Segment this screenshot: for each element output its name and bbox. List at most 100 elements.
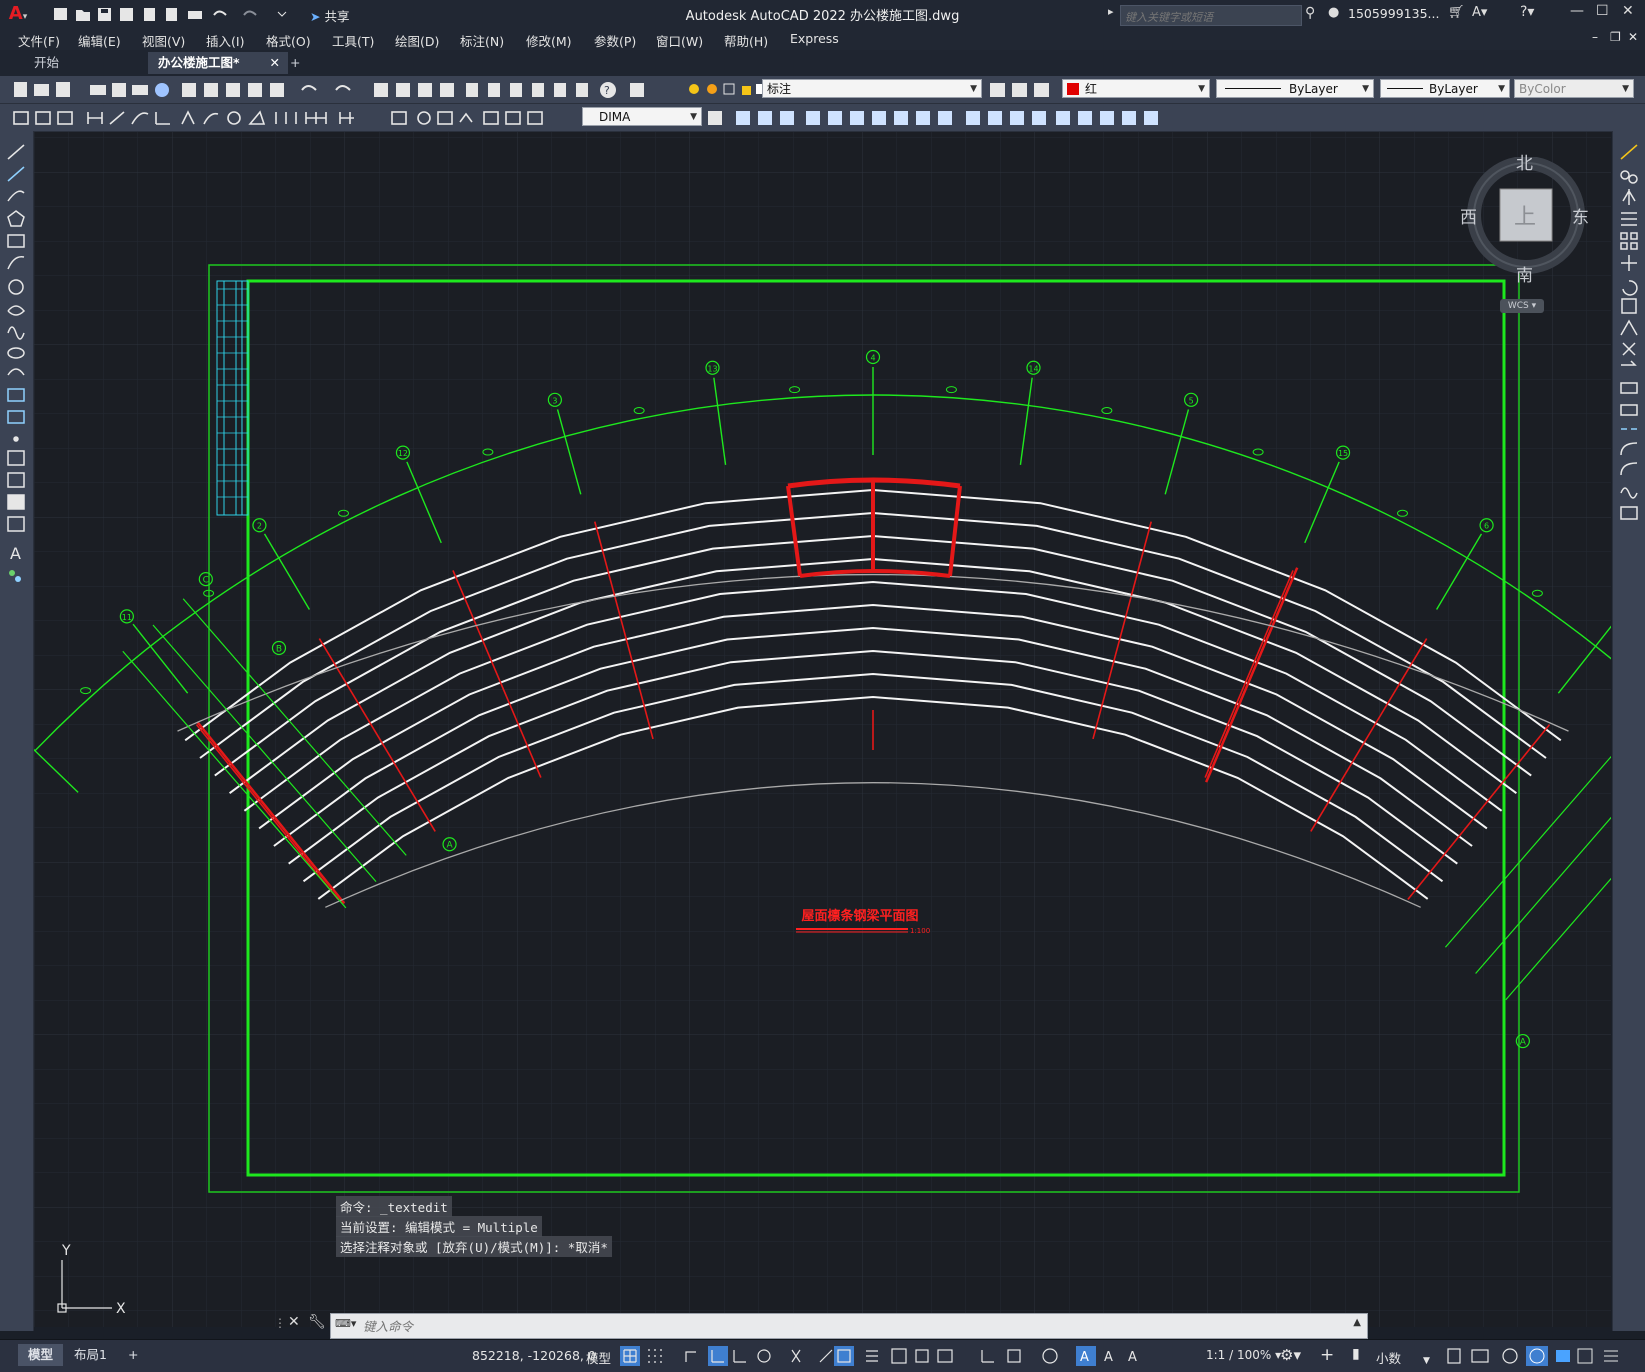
axis-bubble-label: 15 xyxy=(1338,449,1348,458)
dim-jogged-icon xyxy=(181,110,195,125)
tab-close-icon[interactable]: ✕ xyxy=(270,52,280,74)
object-snap-tracking-icon xyxy=(819,1349,833,1363)
command-history-toggle[interactable]: ▲ xyxy=(1353,1317,1361,1328)
dim-update-icon xyxy=(13,111,29,125)
standard-tools[interactable]: ? xyxy=(10,80,650,100)
search-input[interactable] xyxy=(1121,9,1299,26)
title-bar: A▾ ➤ 共享 Autodesk AutoCAD 2022 办公楼施工图.dwg… xyxy=(0,0,1645,28)
viewcube-west[interactable]: 西 xyxy=(1460,203,1477,228)
linetype-dropdown[interactable]: ByLayer ▼ xyxy=(1216,79,1374,98)
add-layout-button[interactable]: + xyxy=(118,1344,148,1366)
status-toggles[interactable]: A A A xyxy=(620,1346,1210,1368)
app-menu-button[interactable]: A▾ xyxy=(4,4,32,24)
export-icon xyxy=(144,8,155,21)
chevron-down-icon: ▼ xyxy=(1622,84,1629,94)
tab-start[interactable]: 开始 xyxy=(24,52,164,74)
align-icon xyxy=(806,111,820,125)
ungroup-icon xyxy=(916,111,930,125)
menu-tools[interactable]: 工具(T) xyxy=(332,31,374,50)
menu-help[interactable]: 帮助(H) xyxy=(724,31,768,50)
layer-on-icon xyxy=(689,84,699,94)
mtext-icon: A xyxy=(10,544,21,563)
menu-format[interactable]: 格式(O) xyxy=(266,31,311,50)
units-dropdown[interactable]: 小数 ▼ xyxy=(1376,1348,1430,1367)
isolate-objects-icon xyxy=(1502,1348,1518,1364)
chamfer-icon xyxy=(1620,442,1638,456)
tab-drawing[interactable]: 办公楼施工图* ✕ xyxy=(148,52,288,74)
command-line[interactable]: ⌨▾ ▲ xyxy=(330,1313,1368,1339)
doc-minimize-button[interactable]: – xyxy=(1592,30,1598,44)
draw-order-icon xyxy=(1056,111,1070,125)
layer-state-icons[interactable] xyxy=(686,80,766,100)
annotation-scale[interactable]: 1:1 / 100% ▾ xyxy=(1206,1348,1281,1362)
wrench-icon[interactable]: 🔧︎ xyxy=(308,1314,326,1330)
command-prompt-icon[interactable]: ⌨▾ xyxy=(335,1317,356,1330)
cut-icon xyxy=(182,83,196,97)
layer-tools[interactable] xyxy=(986,80,1056,100)
model-space-toggle[interactable]: 模型 xyxy=(586,1348,611,1367)
tab-model[interactable]: 模型 xyxy=(18,1344,64,1366)
minimize-button[interactable]: — xyxy=(1570,3,1584,19)
coordinates-readout[interactable]: 852218, -120268, 0 xyxy=(472,1348,596,1363)
quick-access-toolbar[interactable] xyxy=(52,6,302,24)
annotation-monitor-icon[interactable]: + xyxy=(1320,1345,1334,1365)
layer-previous-icon xyxy=(1012,83,1027,97)
close-command-icon[interactable]: ✕ xyxy=(288,1314,300,1330)
menu-parametric[interactable]: 参数(P) xyxy=(594,31,636,50)
wcs-label: WCS xyxy=(1507,301,1529,311)
menu-edit[interactable]: 编辑(E) xyxy=(78,31,121,50)
menu-draw[interactable]: 绘图(D) xyxy=(395,31,439,50)
viewcube-north[interactable]: 北 xyxy=(1516,149,1533,174)
region-icon xyxy=(988,111,1002,125)
tab-layout1[interactable]: 布局1 xyxy=(64,1344,117,1366)
autodesk-app-icon[interactable]: A▾ xyxy=(1472,5,1487,20)
tool-palettes-icon xyxy=(510,83,522,97)
help-icon[interactable]: ?▾ xyxy=(1520,4,1534,20)
trim-icon xyxy=(1622,342,1636,356)
status-right-tools[interactable] xyxy=(1444,1346,1644,1368)
cart-icon[interactable]: 🛒︎ xyxy=(1448,5,1465,20)
search-box[interactable] xyxy=(1120,5,1302,26)
menu-modify[interactable]: 修改(M) xyxy=(526,31,572,50)
search-icon[interactable]: ⚲ xyxy=(1305,5,1315,21)
wcs-menu[interactable]: WCS ▾ xyxy=(1500,299,1544,313)
modify-tools[interactable] xyxy=(706,108,1216,128)
maximize-button[interactable]: ☐ xyxy=(1596,3,1609,19)
doc-restore-button[interactable]: ❐ xyxy=(1610,30,1621,44)
cad-drawing[interactable]: 1112123134145156167 CBACBA 屋面檩条钢梁平面图 1:1… xyxy=(34,132,1611,1327)
command-input[interactable] xyxy=(361,1317,1265,1336)
menu-file[interactable]: 文件(F) xyxy=(18,31,60,50)
close-button[interactable]: ✕ xyxy=(1622,3,1634,19)
command-grip[interactable]: ⋮ xyxy=(274,1316,288,1336)
new-tab-button[interactable]: + xyxy=(280,52,310,74)
user-account[interactable]: 1505999135... xyxy=(1348,6,1439,21)
menu-insert[interactable]: 插入(I) xyxy=(206,31,244,50)
draw-tools[interactable]: A xyxy=(0,139,33,599)
erase-icon xyxy=(1620,144,1638,160)
share-button[interactable]: ➤ 共享 xyxy=(310,6,349,25)
viewcube[interactable]: 北 南 西 东 上 WCS ▾ xyxy=(1460,154,1589,313)
axis-bubble-label: 4 xyxy=(870,354,875,363)
menu-express[interactable]: Express xyxy=(790,31,839,46)
color-dropdown[interactable]: 红 ▼ xyxy=(1062,79,1210,98)
workspace-gear-icon[interactable]: ⚙▾ xyxy=(1280,1346,1301,1364)
viewcube-east[interactable]: 东 xyxy=(1572,203,1589,228)
chevron-right-icon[interactable]: ▸ xyxy=(1108,5,1114,18)
dimstyle-value: DIMA xyxy=(599,110,631,124)
dimension-tools[interactable] xyxy=(10,108,580,128)
menu-window[interactable]: 窗口(W) xyxy=(656,31,703,50)
layer-dropdown[interactable]: 标注 ▼ xyxy=(762,79,982,98)
lineweight-dropdown[interactable]: ByLayer ▼ xyxy=(1380,79,1510,98)
doc-close-button[interactable]: ✕ xyxy=(1628,30,1638,44)
dimstyle-dropdown[interactable]: DIMA ▼ xyxy=(582,107,702,126)
menu-view[interactable]: 视图(V) xyxy=(142,31,185,50)
color-swatch-icon xyxy=(1067,83,1079,95)
drawing-canvas[interactable]: 1112123134145156167 CBACBA 屋面檩条钢梁平面图 1:1… xyxy=(34,132,1611,1327)
viewcube-top-face[interactable]: 上 xyxy=(1514,199,1536,231)
axis-bubble-label: 13 xyxy=(707,364,717,373)
menu-dimension[interactable]: 标注(N) xyxy=(460,31,504,50)
plotstyle-dropdown[interactable]: ByColor ▼ xyxy=(1514,79,1634,98)
tolerance-icon xyxy=(391,111,407,125)
modify-tools-vertical[interactable] xyxy=(1613,139,1645,539)
viewcube-south[interactable]: 南 xyxy=(1516,261,1533,286)
